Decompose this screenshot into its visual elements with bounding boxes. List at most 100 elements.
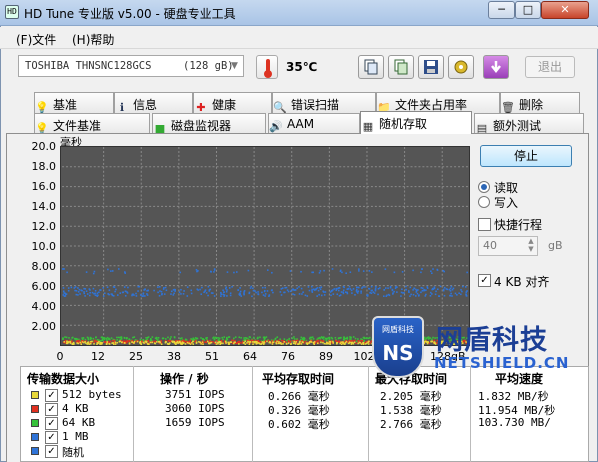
series-visible-checkbox[interactable]: ✓ <box>45 417 58 430</box>
menu-file[interactable]: (F)文件 <box>16 31 56 48</box>
tab-magnifier[interactable]: 🔍 错误扫描 <box>272 92 376 114</box>
copy-text-icon[interactable] <box>358 55 384 79</box>
y-tick-label: 16.0 <box>31 180 57 193</box>
tab-health-cross[interactable]: ✚ 健康 <box>193 92 272 114</box>
data-point <box>336 341 338 344</box>
drive-select[interactable]: TOSHIBA THNSNC128GCS (128 gB) <box>18 55 244 77</box>
tab-lightbulb[interactable]: 💡 基准 <box>34 92 114 114</box>
data-point <box>156 341 158 343</box>
data-point <box>99 289 101 291</box>
close-button[interactable]: ✕ <box>541 1 589 19</box>
copy-screenshot-icon[interactable] <box>388 55 414 79</box>
series-visible-checkbox[interactable]: ✓ <box>45 445 58 458</box>
data-point <box>217 337 219 339</box>
data-point <box>150 337 152 340</box>
tab-info[interactable]: ℹ 信息 <box>114 92 193 114</box>
data-point <box>308 341 311 343</box>
series-visible-checkbox[interactable]: ✓ <box>45 389 58 402</box>
read-radio[interactable] <box>478 181 490 193</box>
data-point <box>458 292 460 295</box>
tab-list[interactable]: ▤ 额外测试 <box>474 113 584 135</box>
save-icon[interactable] <box>418 55 444 79</box>
watermark-text-en: NETSHIELD.CN <box>434 354 570 372</box>
data-point <box>317 289 320 292</box>
data-point <box>146 336 149 339</box>
data-point <box>218 337 221 340</box>
tab-random-access[interactable]: ▦ 随机存取 <box>360 111 472 134</box>
data-point <box>431 272 433 275</box>
data-point <box>111 270 114 272</box>
data-point <box>430 270 432 273</box>
title-bar[interactable]: HD HD Tune 专业版 v5.00 - 硬盘专业工具 ─ □ ✕ <box>0 0 598 26</box>
tab-speaker[interactable]: 🔊 AAM <box>268 113 360 134</box>
options-wrench-icon[interactable] <box>448 55 474 79</box>
data-point <box>379 287 381 289</box>
tab-bar-chart[interactable]: ▆ 磁盘监视器 <box>152 113 266 135</box>
data-point <box>287 342 290 344</box>
data-point <box>300 336 303 339</box>
cell-size: 1 MB <box>62 430 89 443</box>
data-point <box>153 342 156 344</box>
data-point <box>84 340 86 343</box>
data-point <box>252 287 254 290</box>
data-point <box>75 290 78 292</box>
data-point <box>75 293 78 296</box>
download-arrow-icon[interactable] <box>483 55 509 79</box>
data-point <box>401 288 403 291</box>
data-point <box>318 293 320 296</box>
data-point <box>366 337 368 339</box>
data-point <box>143 289 145 291</box>
data-point <box>370 289 373 292</box>
data-point <box>144 295 146 297</box>
data-point <box>442 288 445 291</box>
data-point <box>300 270 302 273</box>
data-point <box>250 285 253 288</box>
watermark-text-cn: 网盾科技 <box>436 325 548 356</box>
series-visible-checkbox[interactable]: ✓ <box>45 403 58 416</box>
data-point <box>332 342 335 344</box>
data-point <box>410 293 412 296</box>
data-point <box>190 289 193 292</box>
minimize-button[interactable]: ─ <box>488 1 515 19</box>
data-point <box>366 294 368 297</box>
menu-help[interactable]: (H)帮助 <box>72 31 114 48</box>
data-point <box>383 289 385 291</box>
data-point <box>93 343 95 345</box>
data-point <box>344 291 347 293</box>
write-radio[interactable] <box>478 196 490 208</box>
tab-folder[interactable]: 📁 文件夹占用率 <box>376 92 500 114</box>
stop-button[interactable]: 停止 <box>480 145 572 167</box>
data-point <box>350 336 352 339</box>
data-point <box>320 341 322 344</box>
short-stroke-checkbox[interactable] <box>478 218 491 231</box>
data-point <box>420 291 422 294</box>
series-visible-checkbox[interactable]: ✓ <box>45 431 58 444</box>
data-point <box>347 287 350 290</box>
data-point <box>93 270 96 273</box>
data-point <box>412 269 414 272</box>
align-4kb-checkbox[interactable]: ✓ <box>478 274 491 287</box>
chevron-down-icon[interactable]: ▼ <box>226 56 243 76</box>
data-point <box>154 337 157 340</box>
data-point <box>461 290 463 293</box>
data-point <box>263 290 266 293</box>
exit-button[interactable]: 退出 <box>525 56 575 78</box>
data-point <box>226 271 229 273</box>
data-point <box>344 337 347 340</box>
data-point <box>238 294 241 296</box>
cell-size: 4 KB <box>62 402 89 415</box>
data-point <box>313 341 316 343</box>
data-point <box>212 337 214 339</box>
maximize-button[interactable]: □ <box>515 1 541 19</box>
data-point <box>429 337 431 339</box>
spinner-arrows-icon[interactable]: ▲ ▼ <box>525 237 537 255</box>
data-point <box>202 338 204 340</box>
tab-trash[interactable]: 🗑 删除 <box>500 92 580 114</box>
data-point <box>89 338 92 341</box>
data-point <box>362 270 365 272</box>
data-point <box>171 340 173 343</box>
data-point <box>307 286 310 288</box>
data-point <box>367 337 370 340</box>
tab-file-bulb[interactable]: 💡 文件基准 <box>34 113 150 135</box>
data-point <box>151 336 154 338</box>
